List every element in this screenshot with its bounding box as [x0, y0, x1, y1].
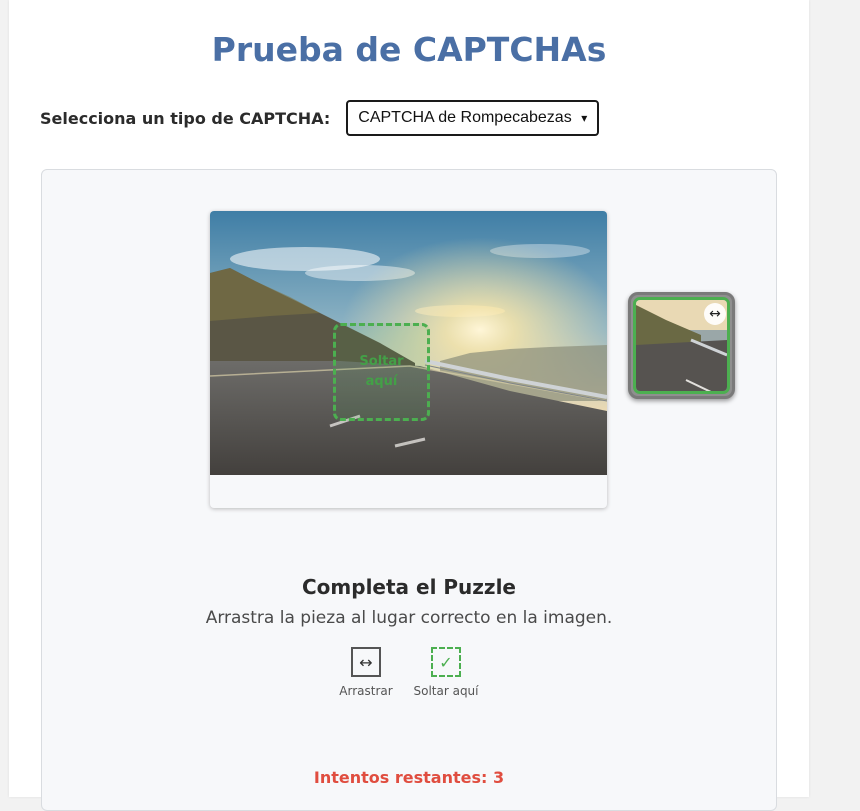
drop-zone-label: Soltar aquí [359, 354, 404, 389]
captcha-type-label: Selecciona un tipo de CAPTCHA: [40, 108, 331, 128]
legend-drop: ✓ Soltar aquí [404, 647, 488, 698]
puzzle-image-card: Soltar aquí [210, 211, 607, 508]
chevron-down-icon: ▾ [581, 111, 588, 125]
puzzle-instruction: Arrastra la pieza al lugar correcto en l… [205, 608, 613, 628]
puzzle-heading: Completa el Puzzle [302, 575, 516, 599]
captcha-type-select[interactable]: CAPTCHA de Rompecabezas ▾ [346, 100, 600, 136]
attempts-remaining: Intentos restantes: 3 [313, 768, 505, 787]
legend-drag-label: Arrastrar [339, 684, 393, 698]
legend-drag: ↔ Arrastrar [333, 647, 399, 698]
captcha-type-selector-row: Selecciona un tipo de CAPTCHA: CAPTCHA d… [40, 100, 600, 136]
legend-drop-label: Soltar aquí [413, 684, 479, 698]
page-title: Prueba de CAPTCHAs [211, 30, 607, 69]
checkmark-icon: ✓ [431, 647, 461, 677]
puzzle-drop-zone[interactable]: Soltar aquí [333, 323, 430, 421]
puzzle-piece[interactable]: ↔ [628, 292, 735, 399]
captcha-type-selected-value: CAPTCHA de Rompecabezas [358, 109, 572, 126]
drag-arrows-icon: ↔ [351, 647, 381, 677]
drag-handle-icon[interactable]: ↔ [704, 303, 726, 325]
